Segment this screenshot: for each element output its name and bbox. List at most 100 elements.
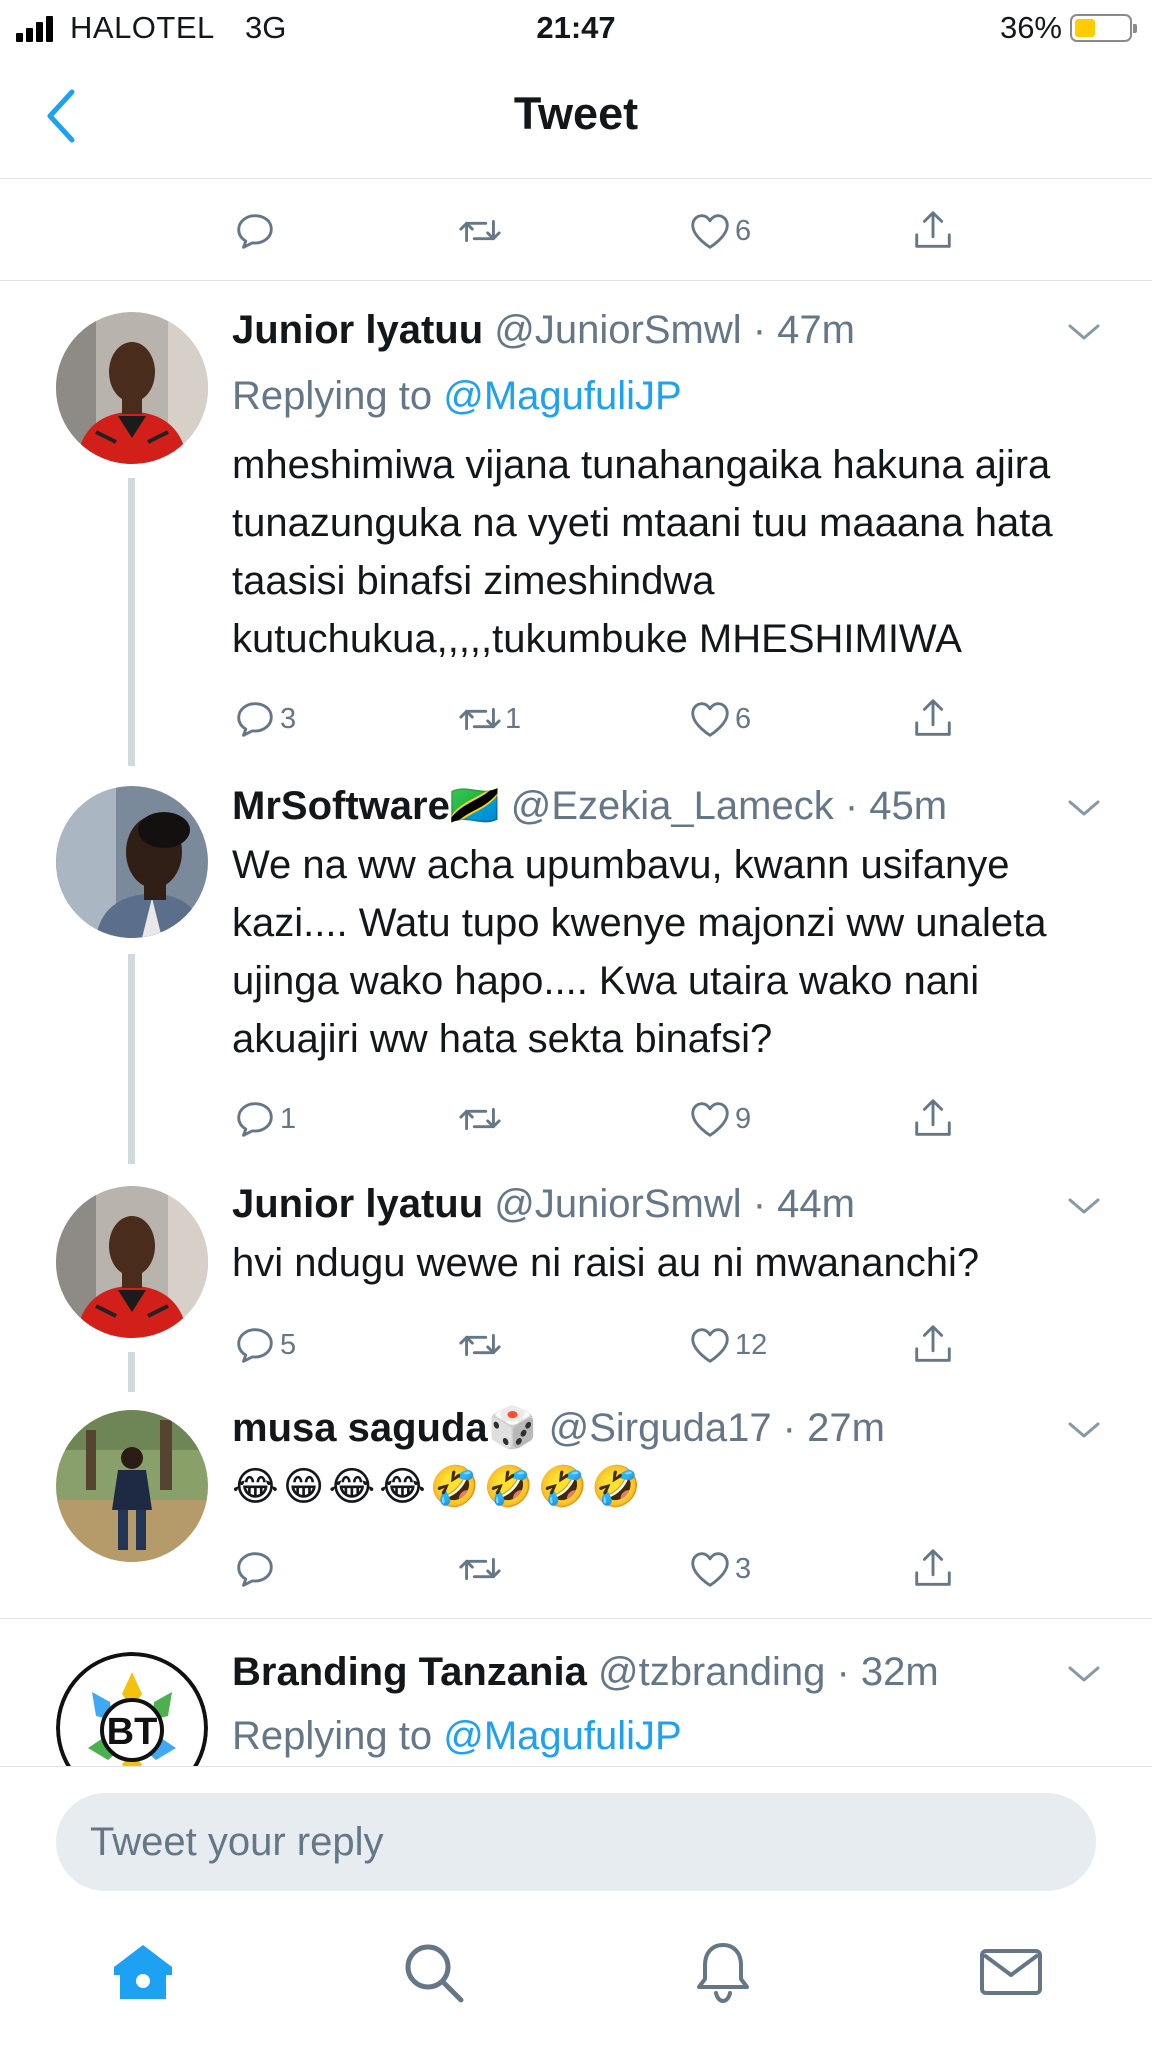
retweet-button[interactable] <box>457 1544 505 1594</box>
share-icon <box>910 1322 956 1368</box>
retweet-button[interactable]: 1 <box>457 694 521 744</box>
tweet-actions: 1 9 <box>232 1094 992 1144</box>
tweet-actions: 6 <box>232 206 992 256</box>
display-name[interactable]: MrSoftware <box>232 784 450 828</box>
tweet-text: hvi ndugu wewe ni raisi au ni mwananchi? <box>232 1241 980 1285</box>
status-bar: HALOTEL 3G 21:47 36% <box>0 0 1152 58</box>
search-icon[interactable] <box>398 1937 468 2007</box>
share-button[interactable] <box>910 1094 956 1144</box>
mention-link[interactable]: @MagufuliJP <box>443 1714 681 1758</box>
replying-to: Replying to @MagufuliJP <box>232 372 682 420</box>
reply-button[interactable]: 1 <box>232 1094 296 1144</box>
chevron-down-icon[interactable] <box>1066 1418 1102 1442</box>
avatar[interactable] <box>56 312 208 464</box>
like-button[interactable]: 12 <box>687 1320 767 1370</box>
nav-bar: Tweet <box>0 58 1152 179</box>
heart-icon <box>687 696 733 742</box>
reply-icon <box>232 208 278 254</box>
chevron-down-icon[interactable] <box>1066 796 1102 820</box>
reply-input[interactable] <box>56 1793 1096 1891</box>
retweet-icon <box>457 208 503 254</box>
heart-icon <box>687 1546 733 1592</box>
display-name[interactable]: Branding Tanzania <box>232 1650 587 1694</box>
divider <box>0 1618 1152 1619</box>
avatar[interactable] <box>56 1410 208 1562</box>
heart-icon <box>687 208 733 254</box>
share-icon <box>910 1546 956 1592</box>
chevron-down-icon[interactable] <box>1066 1194 1102 1218</box>
avatar[interactable] <box>56 786 208 938</box>
tweet-text: mheshimiwa vijana tunahangaika hakuna aj… <box>232 443 1053 661</box>
share-icon <box>910 208 956 254</box>
timestamp: 27m <box>807 1406 885 1450</box>
reply-button[interactable]: 3 <box>232 694 296 744</box>
display-name[interactable]: Junior lyatuu <box>232 1182 483 1226</box>
chevron-down-icon[interactable] <box>1066 1662 1102 1686</box>
share-button[interactable] <box>910 694 956 744</box>
like-button[interactable]: 6 <box>687 694 751 744</box>
timestamp: 47m <box>777 308 855 352</box>
share-button[interactable] <box>910 1320 956 1370</box>
reply-icon <box>232 1322 278 1368</box>
retweet-icon <box>457 696 503 742</box>
replying-prefix: Replying to <box>232 1714 433 1758</box>
like-count: 6 <box>735 702 752 735</box>
chevron-down-icon[interactable] <box>1066 320 1102 344</box>
tweet-header: Branding Tanzania @tzbranding · 32m <box>232 1650 939 1694</box>
retweet-button[interactable] <box>457 1094 505 1144</box>
avatar-logo-text: BT <box>107 1711 158 1753</box>
like-count: 3 <box>735 1552 752 1585</box>
reply-icon <box>232 1546 278 1592</box>
avatar[interactable] <box>56 1186 208 1338</box>
replying-to: Replying to @MagufuliJP <box>232 1712 682 1760</box>
like-button[interactable]: 6 <box>687 206 751 256</box>
reply-button[interactable] <box>232 1544 280 1594</box>
battery-icon <box>1070 14 1137 42</box>
timestamp: 44m <box>777 1182 855 1226</box>
handle[interactable]: @Sirguda17 <box>549 1406 772 1450</box>
share-button[interactable] <box>910 206 956 256</box>
clock: 21:47 <box>536 10 616 45</box>
tweet-text: We na ww acha upumbavu, kwann usifanye k… <box>232 843 1047 1061</box>
display-name[interactable]: Junior lyatuu <box>232 308 483 352</box>
like-count: 6 <box>735 214 752 247</box>
retweet-button[interactable] <box>457 1320 505 1370</box>
reply-count: 5 <box>280 1328 297 1361</box>
retweet-icon <box>457 1096 503 1142</box>
handle[interactable]: @JuniorSmwl <box>494 1182 741 1226</box>
thread-line <box>128 478 135 766</box>
flag-emoji: 🇹🇿 <box>449 784 500 828</box>
retweet-button[interactable] <box>457 206 503 256</box>
tweet-header: musa saguda🎲 @Sirguda17 · 27m <box>232 1406 885 1450</box>
page-title: Tweet <box>513 88 639 139</box>
tweet-header: MrSoftware🇹🇿 @Ezekia_Lameck · 45m <box>232 784 948 828</box>
messages-icon[interactable] <box>976 1937 1046 2007</box>
divider <box>0 280 1152 281</box>
timestamp: 45m <box>869 784 948 828</box>
share-button[interactable] <box>910 1544 956 1594</box>
notifications-icon[interactable] <box>688 1937 758 2007</box>
home-icon[interactable] <box>108 1937 178 2007</box>
tweet-header: Junior lyatuu @JuniorSmwl · 47m <box>232 308 855 352</box>
thread-line <box>128 954 135 1164</box>
mention-link[interactable]: @MagufuliJP <box>443 374 681 418</box>
display-name[interactable]: musa saguda <box>232 1406 488 1450</box>
tweet-actions: 5 12 <box>232 1320 992 1370</box>
like-button[interactable]: 3 <box>687 1544 751 1594</box>
heart-icon <box>687 1096 733 1142</box>
tweet-actions: 3 <box>232 1544 992 1594</box>
reply-button[interactable] <box>232 206 278 256</box>
handle[interactable]: @JuniorSmwl <box>494 308 741 352</box>
reply-count: 3 <box>280 702 297 735</box>
tweet-text: 😂😁😂😂🤣🤣🤣🤣 <box>232 1465 646 1509</box>
reply-composer-bar <box>0 1766 1152 2049</box>
reply-icon <box>232 1096 278 1142</box>
handle[interactable]: @Ezekia_Lameck <box>511 784 834 828</box>
like-button[interactable]: 9 <box>687 1094 751 1144</box>
reply-button[interactable]: 5 <box>232 1320 296 1370</box>
share-icon <box>910 1096 956 1142</box>
handle[interactable]: @tzbranding <box>598 1650 825 1694</box>
retweet-icon <box>457 1546 503 1592</box>
timestamp: 32m <box>860 1650 939 1694</box>
heart-icon <box>687 1322 733 1368</box>
